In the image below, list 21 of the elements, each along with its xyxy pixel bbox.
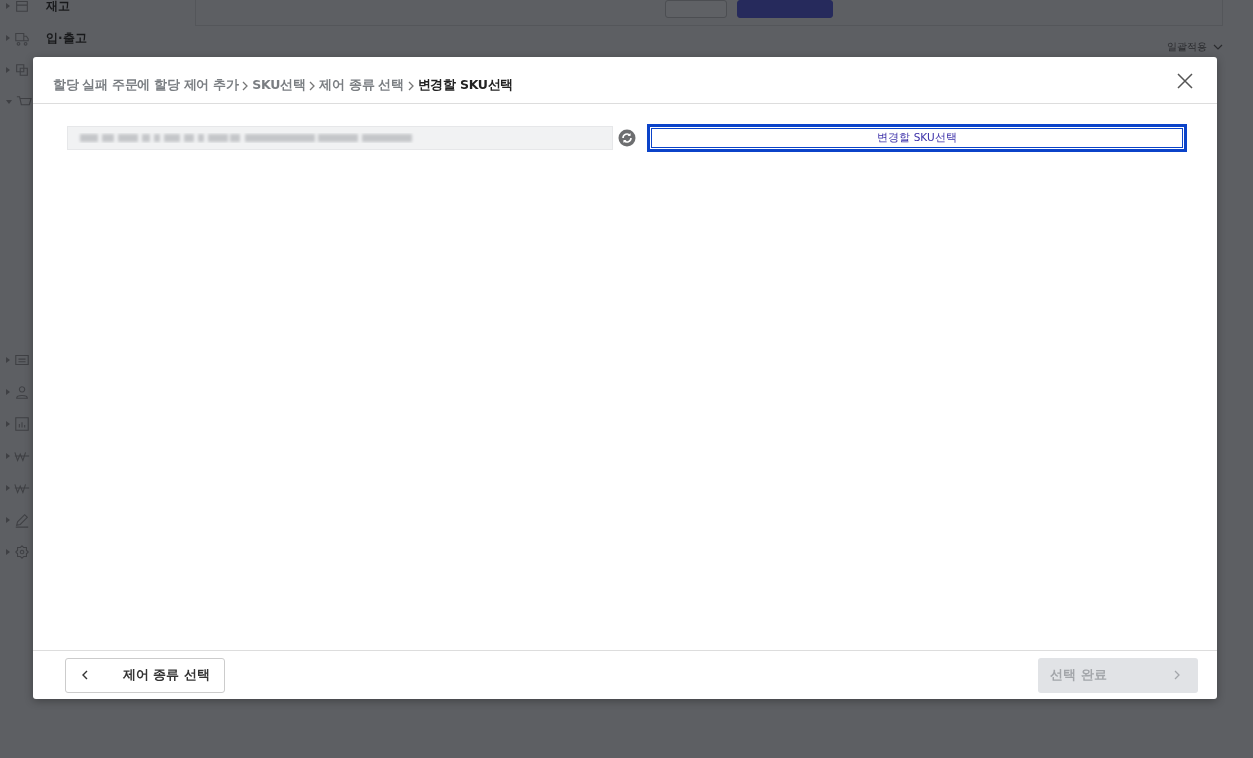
select-sku-button[interactable]: 변경할 SKU선택 [647,124,1187,152]
sidebar-item[interactable]: 재고 [46,0,70,15]
truck-icon[interactable] [14,30,30,46]
breadcrumb-item: 할당 실패 주문에 할당 제어 추가 [53,77,239,94]
box-icon[interactable] [14,0,30,14]
breadcrumb-item: 제어 종류 선택 [319,77,404,94]
list-icon[interactable] [14,352,30,368]
chart-icon[interactable] [14,416,30,432]
pen-icon[interactable] [14,512,30,528]
chevron-right-icon [1174,670,1180,680]
person-icon[interactable] [14,384,30,400]
refresh-icon[interactable] [618,129,636,147]
search-button[interactable] [737,0,833,18]
sidebar-item[interactable]: 입·출고 [46,29,87,47]
chevron-down-icon [1213,44,1223,50]
back-button[interactable]: 제어 종류 선택 [65,657,225,693]
close-icon[interactable] [1177,73,1193,89]
chevron-left-icon [82,670,88,680]
gear-icon[interactable] [14,544,30,560]
breadcrumb-item: 변경할 SKU선택 [417,77,514,94]
breadcrumb-item: SKU선택 [252,77,306,94]
